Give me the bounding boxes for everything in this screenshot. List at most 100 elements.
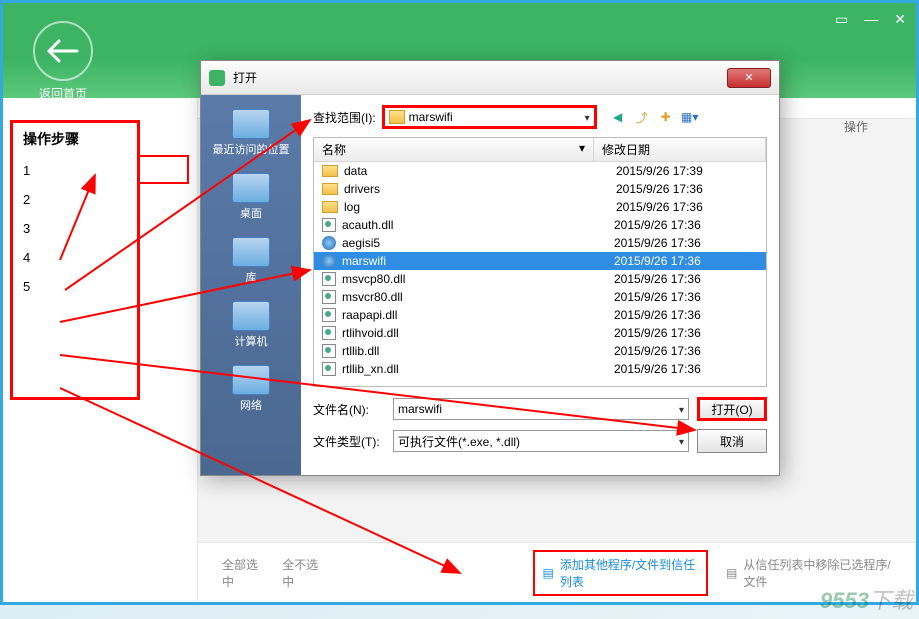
open-button[interactable]: 打开(O) <box>697 397 767 421</box>
footer-bar: 全部选中 全不选中 ▤ 添加其他程序/文件到信任列表 ▤ 从信任列表中移除已选程… <box>198 542 916 602</box>
desktop-icon <box>232 173 270 203</box>
col-ops-label: 操作 <box>844 118 892 135</box>
file-date: 2015/9/26 17:36 <box>614 236 758 250</box>
file-name: acauth.dll <box>342 218 614 232</box>
recent-icon <box>232 109 270 139</box>
views-icon[interactable]: ▦▾ <box>681 108 699 126</box>
file-row[interactable]: data2015/9/26 17:39 <box>314 162 766 180</box>
chevron-down-icon <box>679 434 684 448</box>
file-row[interactable]: rtllib.dll2015/9/26 17:36 <box>314 342 766 360</box>
libraries-icon <box>232 237 270 267</box>
dll-icon <box>322 308 336 322</box>
feedback-icon[interactable]: ▭ <box>835 11 848 28</box>
chevron-down-icon <box>679 402 684 416</box>
file-date: 2015/9/26 17:36 <box>614 344 758 358</box>
dialog-close-button[interactable]: ✕ <box>727 68 771 88</box>
back-button[interactable]: 返回首页 <box>33 21 93 102</box>
file-name: data <box>344 164 616 178</box>
file-date: 2015/9/26 17:36 <box>614 290 758 304</box>
file-row[interactable]: rtlihvoid.dll2015/9/26 17:36 <box>314 324 766 342</box>
back-arrow-icon <box>33 21 93 81</box>
file-name: log <box>344 200 616 214</box>
add-icon: ▤ <box>543 566 554 580</box>
file-row[interactable]: aegisi52015/9/26 17:36 <box>314 234 766 252</box>
step-2: 2 <box>23 192 127 207</box>
dll-icon <box>322 326 336 340</box>
steps-annotation: 操作步骤 1 2 3 4 5 <box>10 120 140 400</box>
dialog-titlebar[interactable]: 打开 ✕ <box>201 61 779 95</box>
dll-icon <box>322 344 336 358</box>
file-name: msvcp80.dll <box>342 272 614 286</box>
file-open-dialog: 打开 ✕ 最近访问的位置 桌面 库 计算机 网络 查找范围(I): marswi… <box>200 60 780 476</box>
file-row[interactable]: raapapi.dll2015/9/26 17:36 <box>314 306 766 324</box>
cancel-button[interactable]: 取消 <box>697 429 767 453</box>
file-name: raapapi.dll <box>342 308 614 322</box>
filetype-label: 文件类型(T): <box>313 433 385 450</box>
add-to-trust-link[interactable]: ▤ 添加其他程序/文件到信任列表 <box>533 550 708 596</box>
file-row[interactable]: acauth.dll2015/9/26 17:36 <box>314 216 766 234</box>
file-date: 2015/9/26 17:36 <box>616 182 758 196</box>
col-name-header[interactable]: 名称 ▾ <box>314 138 594 161</box>
file-row[interactable]: msvcp80.dll2015/9/26 17:36 <box>314 270 766 288</box>
file-name: msvcr80.dll <box>342 290 614 304</box>
file-rows[interactable]: data2015/9/26 17:39drivers2015/9/26 17:3… <box>314 162 766 388</box>
select-all-button[interactable]: 全部选中 <box>222 556 264 590</box>
close-icon[interactable]: ✕ <box>894 11 906 28</box>
up-folder-icon[interactable]: ⤴ <box>633 108 651 126</box>
new-folder-icon[interactable]: ✚ <box>657 108 675 126</box>
lookin-combo[interactable]: marswifi <box>382 105 597 129</box>
col-date-header[interactable]: 修改日期 <box>594 138 766 161</box>
nav-back-icon[interactable]: ◀ <box>609 108 627 126</box>
place-desktop[interactable]: 桌面 <box>201 167 301 231</box>
step-1: 1 <box>23 163 127 178</box>
file-date: 2015/9/26 17:36 <box>614 272 758 286</box>
folder-icon <box>389 110 405 124</box>
folder-icon <box>322 165 338 177</box>
file-name: drivers <box>344 182 616 196</box>
file-date: 2015/9/26 17:36 <box>614 308 758 322</box>
file-date: 2015/9/26 17:39 <box>616 164 758 178</box>
dll-icon <box>322 362 336 376</box>
file-date: 2015/9/26 17:36 <box>614 326 758 340</box>
file-list: 名称 ▾ 修改日期 data2015/9/26 17:39drivers2015… <box>313 137 767 387</box>
file-name: rtllib_xn.dll <box>342 362 614 376</box>
deselect-all-button[interactable]: 全不选中 <box>282 556 324 590</box>
file-row[interactable]: drivers2015/9/26 17:36 <box>314 180 766 198</box>
file-name: rtlihvoid.dll <box>342 326 614 340</box>
file-date: 2015/9/26 17:36 <box>614 362 758 376</box>
lookin-label: 查找范围(I): <box>313 109 376 126</box>
file-date: 2015/9/26 17:36 <box>616 200 758 214</box>
sort-icon: ▾ <box>579 141 585 155</box>
step-3: 3 <box>23 221 127 236</box>
dialog-title-text: 打开 <box>233 69 257 86</box>
file-name: rtllib.dll <box>342 344 614 358</box>
app-icon <box>209 70 225 86</box>
step-4: 4 <box>23 250 127 265</box>
file-row[interactable]: msvcr80.dll2015/9/26 17:36 <box>314 288 766 306</box>
lookin-value: marswifi <box>409 110 453 124</box>
place-computer[interactable]: 计算机 <box>201 295 301 359</box>
minimize-icon[interactable]: — <box>864 11 878 28</box>
folder-icon <box>322 183 338 195</box>
file-row[interactable]: marswifi2015/9/26 17:36 <box>314 252 766 270</box>
file-date: 2015/9/26 17:36 <box>614 218 758 232</box>
file-row[interactable]: log2015/9/26 17:36 <box>314 198 766 216</box>
file-name: marswifi <box>342 254 614 268</box>
file-date: 2015/9/26 17:36 <box>614 254 758 268</box>
place-libraries[interactable]: 库 <box>201 231 301 295</box>
step-5: 5 <box>23 279 127 294</box>
folder-icon <box>322 201 338 213</box>
places-bar: 最近访问的位置 桌面 库 计算机 网络 <box>201 95 301 475</box>
filename-input[interactable]: marswifi <box>393 398 689 420</box>
dll-icon <box>322 218 336 232</box>
place-network[interactable]: 网络 <box>201 359 301 423</box>
computer-icon <box>232 301 270 331</box>
exe-icon <box>322 236 336 250</box>
filetype-combo[interactable]: 可执行文件(*.exe, *.dll) <box>393 430 689 452</box>
file-name: aegisi5 <box>342 236 614 250</box>
exe-icon <box>322 254 336 268</box>
chevron-down-icon <box>585 110 590 124</box>
place-recent[interactable]: 最近访问的位置 <box>201 103 301 167</box>
file-row[interactable]: rtllib_xn.dll2015/9/26 17:36 <box>314 360 766 378</box>
filename-label: 文件名(N): <box>313 401 385 418</box>
